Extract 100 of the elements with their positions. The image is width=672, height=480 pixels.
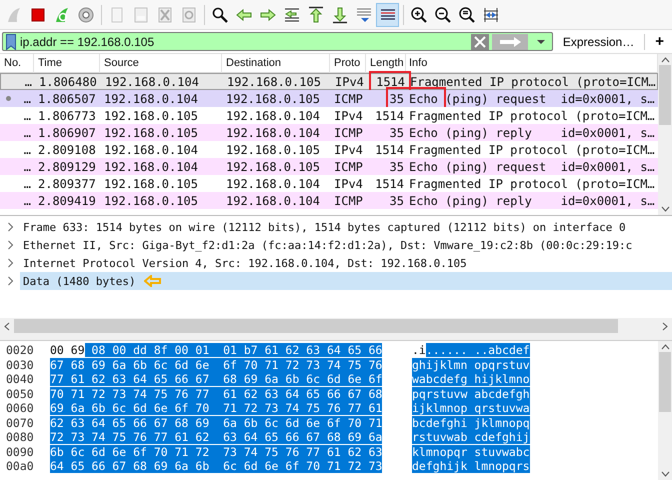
table-cell-text: 35 <box>388 194 405 208</box>
hex-bytes: 69 6a 6b 6c 6d 6e 6f 70 71 72 73 74 75 76 77 61 <box>50 401 382 416</box>
table-cell-text: 192.168.0.105 <box>225 160 321 174</box>
table-cell-text: IPv4 <box>334 74 365 88</box>
table-cell-text: 2.809377 <box>37 176 97 190</box>
scroll-right-icon[interactable] <box>662 322 668 330</box>
table-cell-text: … <box>22 142 32 156</box>
table-cell-text: 2.809419 <box>37 194 97 208</box>
tree-item[interactable]: Internet Protocol Version 4, Src: 192.168.0.104, Dst: 192.168.0.105 <box>0 254 672 272</box>
table-cell-text: ICMP <box>333 194 364 208</box>
table-cell-text: 2.809108 <box>37 142 97 156</box>
table-cell-text: … <box>22 176 32 190</box>
clear-icon[interactable] <box>470 34 489 50</box>
offset-label: 0090 <box>5 444 35 459</box>
table-cell-text: 35 <box>388 92 405 106</box>
table-cell-text: 1.806507 <box>37 92 97 106</box>
table-cell-text: IPv4 <box>333 108 364 122</box>
table-cell-text: 192.168.0.105 <box>226 74 322 88</box>
offset-label: 0070 <box>5 416 35 430</box>
table-cell-text: Echo (ping) reply id=0x0001, s… <box>408 194 656 208</box>
table-cell-text: 192.168.0.104 <box>225 108 321 122</box>
packet-row[interactable]: … 1.806907 192.168.0.105 192.168.0.104 ICMP 35 Echo (ping) reply id=0x0001, s… <box>0 124 658 141</box>
table-cell-text: … <box>22 126 32 140</box>
tree-item[interactable]: Ethernet II, Src: Giga-Byt_f2:d1:2a (fc:aa:14:f2:d1:2a), Dst: Vmware_19:c2:8b (00:0c:29:19:c <box>0 236 672 254</box>
table-cell-text: 35 <box>388 126 405 140</box>
table-cell-text: 2.809129 <box>37 160 97 174</box>
table-cell-text: Fragmented IP protocol (proto=ICM… <box>409 74 657 88</box>
table-cell-text: 192.168.0.104 <box>225 194 321 208</box>
table-cell-text: 1514 <box>374 176 405 190</box>
scroll-down-icon[interactable] <box>660 206 670 212</box>
table-cell-text: 1514 <box>374 108 405 122</box>
table-cell-text: IPv4 <box>333 176 364 190</box>
table-cell-text: … <box>22 108 32 122</box>
ascii-text: ijklmnop qrstuvwa <box>412 401 530 416</box>
table-cell-text: Fragmented IP protocol (proto=ICM… <box>408 142 656 156</box>
tree-item-text: Ethernet II, Src: Giga-Byt_f2:d1:2a (fc:aa:14:f2:d1:2a), Dst: Vmware_19:c2:8b (00:0c:29:19:c <box>23 238 632 252</box>
tree-item[interactable]: Frame 633: 1514 bytes on wire (12112 bits), 1514 bytes captured (12112 bits) on interface 0 <box>0 218 672 236</box>
table-cell-text: 192.168.0.104 <box>225 126 321 140</box>
tree-item-text: Internet Protocol Version 4, Src: 192.168.0.104, Dst: 192.168.0.105 <box>23 256 467 270</box>
scroll-up-icon[interactable] <box>660 57 670 63</box>
table-cell-text: … <box>22 160 32 174</box>
scroll-up-icon[interactable] <box>660 344 670 350</box>
hex-bytes: 77 61 62 63 64 65 66 67 68 69 6a 6b 6c 6d 6e 6f <box>50 372 382 386</box>
hex-bytes: 67 68 69 6a 6b 6c 6d 6e 6f 70 71 72 73 74 75 76 <box>50 358 382 372</box>
table-cell-text: 192.168.0.105 <box>103 194 199 208</box>
scrollbar[interactable] <box>0 318 672 334</box>
table-cell-text: … <box>22 92 32 106</box>
ascii-text: pqrstuvw abcdefgh <box>412 386 530 401</box>
offset-label: 0080 <box>5 430 35 444</box>
offset-label: 0050 <box>5 386 35 401</box>
table-cell-text: 192.168.0.104 <box>103 142 199 156</box>
ascii-text: .i <box>412 343 426 358</box>
bookmark-icon[interactable] <box>6 34 16 50</box>
expression-button[interactable]: Expression… <box>556 34 640 48</box>
chevron-icon[interactable] <box>7 222 14 232</box>
hex-bytes: 72 73 74 75 76 77 61 62 63 64 65 66 67 68 69 6a <box>50 430 382 444</box>
table-cell-text: Fragmented IP protocol (proto=ICM… <box>408 108 656 122</box>
scrollbar[interactable] <box>658 54 672 215</box>
ascii-text: ghijklmn opqrstuv <box>412 358 530 372</box>
scroll-left-icon[interactable] <box>4 322 10 330</box>
tree-item-text: Data (1480 bytes) <box>23 274 136 288</box>
table-cell-text: 1.806773 <box>37 108 97 122</box>
table-cell-text: 192.168.0.105 <box>225 92 321 106</box>
table-cell-text: 192.168.0.105 <box>103 126 199 140</box>
add-filter-button[interactable]: + <box>649 33 670 50</box>
table-cell-text: 192.168.0.105 <box>103 176 199 190</box>
table-cell-text: 1514 <box>374 142 405 156</box>
table-cell-text: 35 <box>388 160 405 174</box>
packet-row[interactable]: … 2.809419 192.168.0.105 192.168.0.104 ICMP 35 Echo (ping) reply id=0x0001, s… <box>0 192 658 209</box>
table-cell-text: Fragmented IP protocol (proto=ICM… <box>408 176 656 190</box>
packet-row[interactable]: … 1.806480 192.168.0.104 192.168.0.105 IPv4 1514 Fragmented IP protocol (proto=ICM… <box>0 73 658 90</box>
tree-item-text: Frame 633: 1514 bytes on wire (12112 bits), 1514 bytes captured (12112 bits) on interface 0 <box>23 220 626 234</box>
hex-bytes: 64 65 66 67 68 69 6a 6b 6c 6d 6e 6f 70 71 72 73 <box>50 459 382 474</box>
offset-label: 0060 <box>5 401 35 416</box>
table-cell-text: ICMP <box>333 160 364 174</box>
lines-icon[interactable] <box>376 2 399 26</box>
chevron-icon[interactable] <box>7 258 14 268</box>
offset-label: 0040 <box>5 372 35 386</box>
ascii-text: bcdefghi jklmnopq <box>412 416 530 430</box>
table-cell-text: 192.168.0.104 <box>103 160 199 174</box>
table-cell-text: Echo (ping) request id=0x0001, s… <box>408 160 656 174</box>
table-cell-text: IPv4 <box>333 142 364 156</box>
table-cell-text: … <box>24 74 33 88</box>
ascii-text: defghijk lmnopqrs <box>412 459 530 474</box>
table-cell-text: 192.168.0.104 <box>104 74 200 88</box>
table-cell-text: 192.168.0.104 <box>225 176 321 190</box>
hex-bytes: 62 63 64 65 66 67 68 69 6a 6b 6c 6d 6e 6f 70 71 <box>50 416 382 430</box>
scroll-down-icon[interactable] <box>660 471 670 477</box>
packet-row[interactable]: … 1.806507 192.168.0.104 192.168.0.105 ICMP 35 Echo (ping) request id=0x0001, s… <box>0 90 658 107</box>
display-filter-field[interactable]: ip.addr == 192.168.0.105 <box>2 32 553 51</box>
packet-row[interactable]: … 2.809129 192.168.0.104 192.168.0.105 ICMP 35 Echo (ping) request id=0x0001, s… <box>0 158 658 175</box>
scrollbar[interactable] <box>658 341 672 480</box>
chevron-icon[interactable] <box>7 240 14 250</box>
dropdown-caret-icon[interactable] <box>536 38 546 44</box>
offset-label: 00a0 <box>5 459 35 474</box>
table-cell-text: 192.168.0.105 <box>103 108 199 122</box>
hex-bytes: 6b 6c 6d 6e 6f 70 71 72 73 74 75 76 77 61 62 63 <box>50 444 382 459</box>
chevron-icon[interactable] <box>7 276 14 286</box>
table-cell-text: Echo (ping) request id=0x0001, s… <box>408 92 656 106</box>
table-cell-text: 1.806907 <box>37 126 97 140</box>
